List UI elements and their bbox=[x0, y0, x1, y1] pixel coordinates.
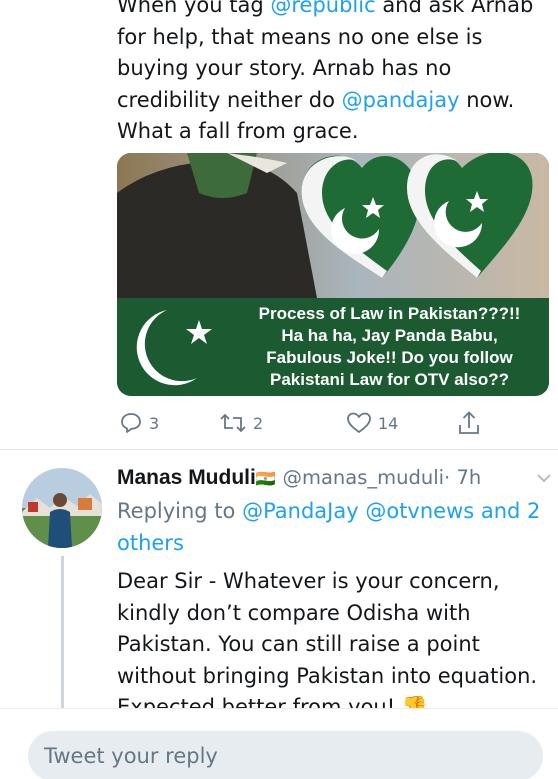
crescent-star-icon bbox=[136, 310, 212, 386]
share-icon bbox=[459, 411, 479, 434]
chevron-down-icon[interactable] bbox=[535, 469, 553, 487]
banner-line: Pakistani Law for OTV also?? bbox=[270, 370, 509, 389]
tweet-text: Dear Sir - Whatever is your concern, kin… bbox=[117, 566, 547, 724]
thread-line bbox=[61, 556, 64, 716]
like-count: 14 bbox=[378, 413, 399, 433]
share-button[interactable] bbox=[457, 408, 481, 438]
banner-line: Ha ha ha, Jay Panda Babu, bbox=[281, 326, 498, 345]
replying-to-label: Replying to bbox=[117, 499, 243, 523]
reply-count: 3 bbox=[149, 413, 160, 433]
user-handle[interactable]: @manas_muduli bbox=[282, 466, 444, 489]
tweet-divider bbox=[0, 449, 558, 450]
tweet-quoted-parent[interactable]: When you tag @republic and ask Arnab for… bbox=[0, 0, 558, 448]
timestamp[interactable]: · 7h bbox=[444, 466, 481, 489]
retweet-icon bbox=[220, 413, 246, 433]
reply-icon bbox=[121, 413, 141, 433]
banner-line: Process of Law in Pakistan???!! bbox=[258, 304, 521, 323]
heart-icon bbox=[347, 412, 371, 433]
image-banner-text: Process of Law in Pakistan???!! Ha ha ha… bbox=[237, 303, 542, 391]
reply-button[interactable]: 3 bbox=[119, 408, 159, 438]
retweet-button[interactable]: 2 bbox=[219, 408, 263, 438]
tweet-text: When you tag @republic and ask Arnab for… bbox=[117, 0, 537, 148]
flag-emoji: 🇮🇳 bbox=[255, 469, 276, 488]
avatar-photo bbox=[22, 468, 102, 548]
photo-illustration bbox=[117, 153, 549, 298]
banner-line: Fabulous Joke!! Do you follow bbox=[266, 348, 513, 367]
tweet-actions: 3 2 14 bbox=[117, 408, 497, 438]
replying-to: Replying to @PandaJay @otvnews and 2 oth… bbox=[117, 496, 542, 559]
mention-link[interactable]: @pandajay bbox=[342, 88, 460, 112]
tweet-header: Manas Muduli🇮🇳 @manas_muduli· 7h bbox=[117, 465, 557, 495]
tweet-body: Dear Sir - Whatever is your concern, kin… bbox=[117, 569, 538, 719]
display-name[interactable]: Manas Muduli bbox=[117, 466, 256, 489]
reply-placeholder: Tweet your reply bbox=[44, 744, 218, 768]
like-button[interactable]: 14 bbox=[346, 408, 398, 438]
tweet-text-segment: When you tag bbox=[117, 0, 271, 17]
tweet-image[interactable]: Process of Law in Pakistan???!! Ha ha ha… bbox=[117, 153, 549, 396]
reply-input[interactable]: Tweet your reply bbox=[28, 731, 543, 779]
retweet-count: 2 bbox=[253, 413, 264, 433]
avatar[interactable] bbox=[22, 468, 102, 548]
reply-composer: Tweet your reply bbox=[0, 708, 558, 779]
mention-link[interactable]: @republic bbox=[270, 0, 375, 17]
